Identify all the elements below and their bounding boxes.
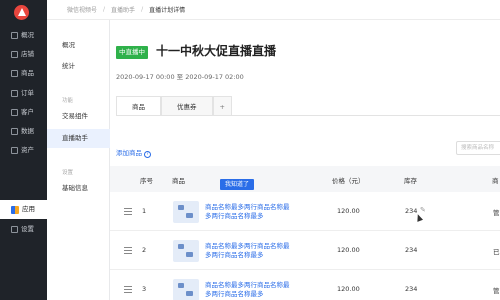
live-time-range: 2020-09-17 00:00 至 2020-09-17 02:00 <box>116 73 244 81</box>
main-panel: 中直播中 十一中秋大促直播直播 2020-09-17 00:00 至 2020-… <box>110 20 500 300</box>
product-name-link[interactable]: 商品名称最多两行商品名称最多两行商品名称最多 <box>205 242 293 260</box>
live-status-badge: 中直播中 <box>116 46 148 59</box>
overview-icon <box>11 32 18 39</box>
row-action[interactable]: 已 <box>493 246 500 256</box>
sidebar-item-label: 订单 <box>21 89 34 97</box>
sidebar-item-products[interactable]: 商品 <box>0 64 47 83</box>
row-action[interactable]: 管 <box>493 207 500 217</box>
row-price: 120.00 <box>337 207 360 215</box>
subnav-group-functions: 功能 <box>62 98 74 104</box>
row-price: 120.00 <box>337 285 360 293</box>
assets-icon <box>11 147 18 154</box>
sidebar-item-settings[interactable]: 设置 <box>0 220 47 239</box>
sidebar-item-label: 数据 <box>21 127 34 135</box>
column-header-stock: 库存 <box>404 177 417 185</box>
app-logo-icon <box>14 5 29 20</box>
drag-handle-icon[interactable] <box>124 247 132 254</box>
sidebar-item-label: 应用 <box>22 205 35 213</box>
column-header-price: 价格（元） <box>332 177 365 185</box>
row-action[interactable]: 管 <box>493 285 500 295</box>
edit-stock-icon[interactable]: ✎ <box>420 206 426 214</box>
customer-icon <box>11 109 18 116</box>
add-tab-button[interactable]: + <box>212 96 232 116</box>
row-stock: 234 <box>405 246 418 254</box>
help-icon[interactable]: ? <box>144 151 151 158</box>
subnav-item-overview[interactable]: 概况 <box>47 36 110 55</box>
row-stock: 234 <box>405 285 418 293</box>
add-product-label: 添加商品 <box>116 149 142 157</box>
column-header-extra: 商 <box>492 177 499 185</box>
table-row: 2 商品名称最多两行商品名称最多两行商品名称最多 120.00 234 已 <box>110 231 500 270</box>
sidebar-item-label: 资产 <box>21 146 34 154</box>
sidebar-item-assets[interactable]: 资产 <box>0 141 47 160</box>
sidebar-item-label: 商品 <box>21 69 34 77</box>
breadcrumb-separator: / <box>103 6 106 13</box>
table-row: 1 商品名称最多两行商品名称最多两行商品名称最多 120.00 234 ✎ 管 <box>110 192 500 231</box>
sidebar-item-label: 概况 <box>21 31 34 39</box>
sidebar-item-label: 设置 <box>21 225 34 233</box>
breadcrumb-current: 直播计划详情 <box>149 7 186 14</box>
product-name-link[interactable]: 商品名称最多两行商品名称最多两行商品名称最多 <box>205 203 293 221</box>
sidebar-item-label: 客户 <box>21 108 34 116</box>
sidebar-item-data[interactable]: 数据 <box>0 122 47 141</box>
sidebar-item-store[interactable]: 店铺 <box>0 45 47 64</box>
page-title: 十一中秋大促直播直播 <box>156 44 277 58</box>
apps-icon <box>11 205 19 214</box>
data-icon <box>11 128 18 135</box>
tab-coupons[interactable]: 优惠券 <box>161 96 213 116</box>
table-row: 3 商品名称最多两行商品名称最多两行商品名称最多 120.00 234 管 <box>110 270 500 300</box>
column-header-product: 商品 <box>172 177 185 185</box>
drag-handle-icon[interactable] <box>124 208 132 215</box>
settings-icon <box>11 226 18 233</box>
table-header: 序号 商品 价格（元） 库存 商 <box>110 166 500 192</box>
tab-divider <box>116 115 500 116</box>
drag-handle-icon[interactable] <box>124 286 132 293</box>
row-price: 120.00 <box>337 246 360 254</box>
subnav-item-basic-info[interactable]: 基础信息 <box>47 179 110 198</box>
sidebar-item-apps[interactable]: 应用 <box>0 200 47 219</box>
breadcrumb-item[interactable]: 微信视频号 <box>67 5 97 14</box>
tab-products[interactable]: 商品 <box>116 96 161 116</box>
row-index: 2 <box>142 246 147 254</box>
search-input[interactable]: 搜索商品名称 <box>456 141 500 155</box>
tab-bar: 商品 优惠券 + <box>116 96 232 116</box>
breadcrumb: 微信视频号 / 直播助手 / 直播计划详情 <box>47 0 500 20</box>
sidebar-item-label: 店铺 <box>21 50 34 58</box>
subnav-item-live-assistant[interactable]: 直播助手 <box>47 129 110 148</box>
app-sidebar: 概况 店铺 商品 订单 客户 数据 资产 应用 设置 <box>0 0 47 300</box>
breadcrumb-separator: / <box>141 6 144 13</box>
sidebar-item-overview[interactable]: 概况 <box>0 26 47 45</box>
breadcrumb-item[interactable]: 直播助手 <box>111 5 135 14</box>
product-thumbnail <box>173 201 199 223</box>
column-header-index: 序号 <box>140 177 153 185</box>
order-icon <box>11 90 18 97</box>
sidebar-item-orders[interactable]: 订单 <box>0 84 47 103</box>
product-name-link[interactable]: 商品名称最多两行商品名称最多两行商品名称最多 <box>205 281 293 299</box>
sidebar-item-customers[interactable]: 客户 <box>0 103 47 122</box>
product-icon <box>11 70 18 77</box>
got-it-tooltip-button[interactable]: 我知道了 <box>220 179 255 190</box>
subnav-item-statistics[interactable]: 统计 <box>47 57 110 76</box>
subnav-item-trade-component[interactable]: 交易组件 <box>47 107 110 126</box>
secondary-nav: 概况 统计 功能 交易组件 直播助手 设置 基础信息 <box>47 20 110 300</box>
row-index: 1 <box>142 207 147 215</box>
store-icon <box>11 51 18 58</box>
row-index: 3 <box>142 285 147 293</box>
product-thumbnail <box>173 279 199 300</box>
product-thumbnail <box>173 240 199 262</box>
subnav-group-settings: 设置 <box>62 170 74 176</box>
add-product-link[interactable]: 添加商品? <box>116 147 151 158</box>
